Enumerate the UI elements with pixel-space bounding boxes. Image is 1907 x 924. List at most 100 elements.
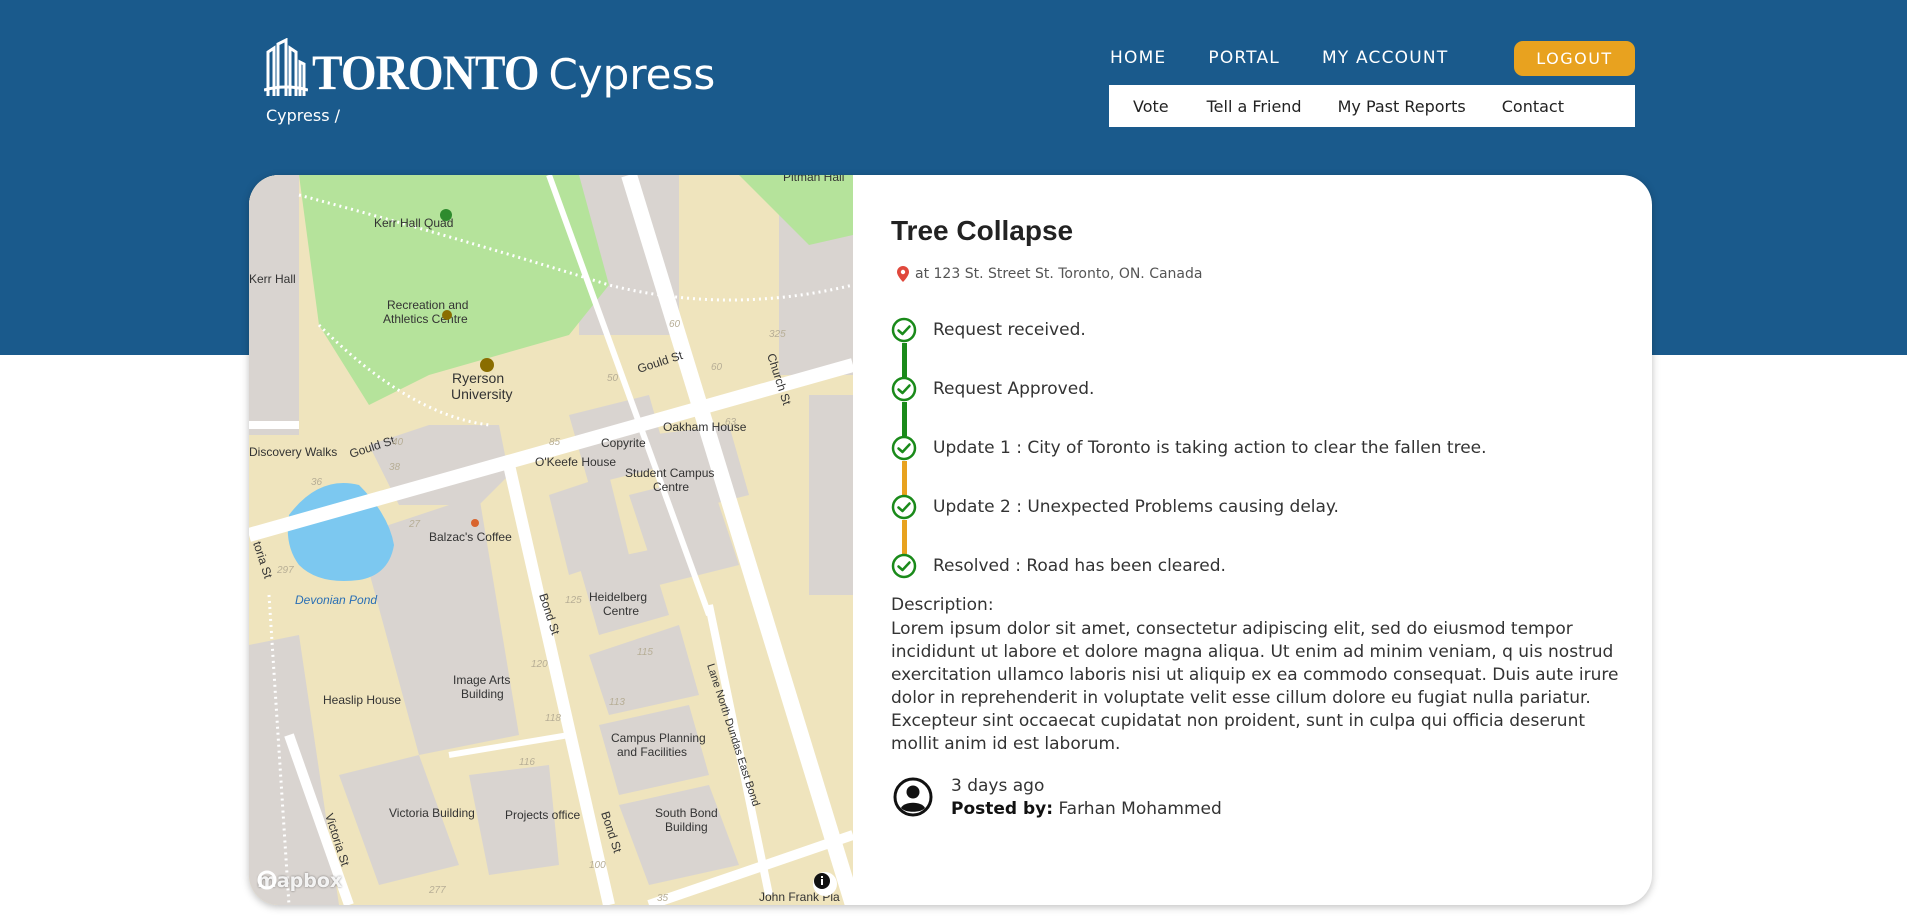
map-num: 36 [311, 477, 323, 488]
map-num: 325 [769, 329, 786, 340]
subnav-vote[interactable]: Vote [1133, 97, 1169, 116]
poster-info: 3 days ago Posted by: Farhan Mohammed [893, 775, 1222, 821]
map-num: 60 [711, 362, 723, 373]
coffee-marker-icon [471, 519, 479, 527]
logout-button[interactable]: LOGOUT [1514, 41, 1635, 76]
description-text: Lorem ipsum dolor sit amet, consectetur … [891, 619, 1619, 754]
subnav-contact[interactable]: Contact [1502, 97, 1564, 116]
map-num: 27 [408, 519, 421, 530]
timeline-step: Request Approved. [891, 376, 1094, 402]
map-label-balzacs: Balzac's Coffee [429, 530, 512, 544]
report-address: at 123 St. Street St. Toronto, ON. Canad… [897, 266, 1202, 282]
map-num: 38 [389, 462, 401, 473]
map-num: 115 [637, 647, 653, 658]
timeline-connector [902, 520, 907, 554]
check-circle-icon [891, 435, 917, 461]
posted-by-name[interactable]: Farhan Mohammed [1058, 799, 1221, 819]
check-circle-icon [891, 376, 917, 402]
mapbox-logo[interactable]: mapbox [257, 870, 342, 892]
map-label-projects: Projects office [505, 808, 580, 822]
timeline-step: Resolved : Road has been cleared. [891, 553, 1226, 579]
logo-toronto-text: TORONTO [312, 44, 539, 100]
main-nav: HOME PORTAL MY ACCOUNT [1110, 48, 1490, 68]
description-label: Description: [891, 595, 994, 615]
map-label-rac-2: Athletics Centre [383, 312, 468, 326]
check-circle-icon [891, 494, 917, 520]
map-label-south-bond-1: South Bond [655, 806, 718, 820]
timeline-connector [902, 343, 907, 377]
check-circle-icon [891, 317, 917, 343]
logo-cypress-text: Cypress [548, 50, 716, 99]
map-label-rac-1: Recreation and [387, 298, 468, 312]
site-logo[interactable]: TORONTO Cypress [264, 38, 716, 100]
map-num: 50 [607, 373, 619, 384]
timeline-step-text: Resolved : Road has been cleared. [933, 556, 1226, 576]
info-icon [814, 873, 830, 889]
report-title: Tree Collapse [891, 215, 1074, 246]
nav-portal[interactable]: PORTAL [1208, 48, 1280, 68]
timeline-step: Update 1 : City of Toronto is taking act… [891, 435, 1487, 461]
map-num: 297 [276, 565, 294, 576]
map-label-heidelberg-1: Heidelberg [589, 590, 647, 604]
map-num: 63 [725, 417, 737, 428]
report-card: Kerr Hall Quad Kerr Hall Recreation and … [249, 175, 1652, 905]
timeline-step: Update 2 : Unexpected Problems causing d… [891, 494, 1339, 520]
timeline-step-text: Update 1 : City of Toronto is taking act… [933, 438, 1487, 458]
subnav-tell-a-friend[interactable]: Tell a Friend [1207, 97, 1302, 116]
timeline-step-text: Request Approved. [933, 379, 1095, 399]
report-map[interactable]: Kerr Hall Quad Kerr Hall Recreation and … [249, 175, 853, 905]
map-label-copyrite: Copyrite [601, 436, 646, 450]
map-label-image-arts-1: Image Arts [453, 673, 510, 687]
map-label-devonian: Devonian Pond [295, 593, 377, 607]
map-label-kerr-hall: Kerr Hall [249, 272, 296, 286]
map-label-student-2: Centre [653, 480, 689, 494]
map-num: 277 [428, 885, 446, 896]
map-num: 85 [549, 437, 561, 448]
map-label-pitman: Pitman Hall [783, 175, 844, 184]
nav-home[interactable]: HOME [1110, 48, 1166, 68]
university-marker-icon [480, 358, 494, 372]
map-info-button[interactable] [813, 872, 837, 896]
nav-my-account[interactable]: MY ACCOUNT [1322, 48, 1448, 68]
map-label-south-bond-2: Building [665, 820, 708, 834]
timeline-step-text: Request received. [933, 320, 1086, 340]
posted-by-label: Posted by: [951, 799, 1054, 819]
location-pin-icon [897, 266, 909, 282]
map-label-student-1: Student Campus [625, 466, 714, 480]
map-num: 100 [589, 860, 606, 871]
map-num: 118 [545, 713, 561, 724]
map-label-discovery: Discovery Walks [249, 445, 337, 459]
address-text: at 123 St. Street St. Toronto, ON. Canad… [915, 266, 1203, 282]
mapbox-icon [257, 870, 277, 890]
map-num: 116 [519, 757, 535, 768]
map-num: 60 [669, 319, 681, 330]
timeline-step-text: Update 2 : Unexpected Problems causing d… [933, 497, 1339, 517]
map-label-ryerson-1: Ryerson [452, 370, 504, 386]
map-num: 125 [565, 595, 582, 606]
breadcrumb[interactable]: Cypress / [266, 106, 340, 125]
map-num: 120 [531, 659, 548, 670]
map-num: 35 [657, 893, 669, 904]
check-circle-icon [891, 553, 917, 579]
subnav-my-past-reports[interactable]: My Past Reports [1338, 97, 1466, 116]
timeline-connector [902, 402, 907, 436]
posted-by-line: Posted by: Farhan Mohammed [951, 798, 1222, 821]
map-label-heidelberg-2: Centre [603, 604, 639, 618]
user-avatar-icon [893, 777, 933, 817]
timeline-step: Request received. [891, 317, 1086, 343]
university-marker-icon [442, 310, 452, 320]
map-num: 40 [392, 437, 404, 448]
map-label-okeefe: O'Keefe House [535, 455, 616, 469]
map-label-heaslip: Heaslip House [323, 693, 401, 707]
toronto-city-hall-logo-icon [264, 38, 308, 96]
map-label-ryerson-2: University [451, 386, 512, 402]
map-label-image-arts-2: Building [461, 687, 504, 701]
posted-time: 3 days ago [951, 776, 1045, 796]
map-label-campus-planning-2: and Facilities [617, 745, 687, 759]
map-label-campus-planning-1: Campus Planning [611, 731, 706, 745]
map-label-victoria-building: Victoria Building [389, 806, 475, 820]
sub-nav: Vote Tell a Friend My Past Reports Conta… [1109, 85, 1635, 127]
park-marker-icon [440, 209, 452, 221]
map-num: 113 [609, 697, 625, 708]
timeline-connector [902, 461, 907, 495]
